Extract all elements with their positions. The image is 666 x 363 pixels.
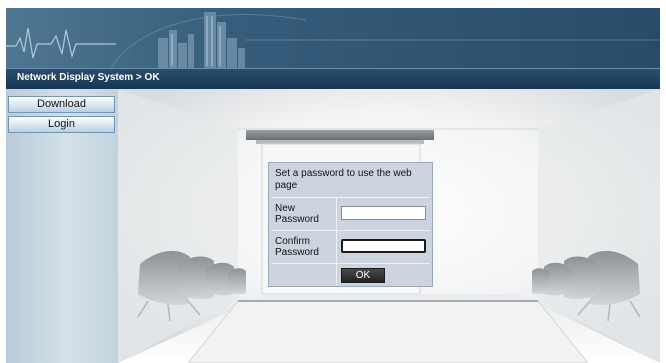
sidebar: Download Login xyxy=(6,89,118,363)
new-password-label: New Password xyxy=(275,203,319,225)
new-password-field[interactable] xyxy=(341,206,426,220)
header-banner xyxy=(6,8,660,68)
row-divider xyxy=(271,230,430,231)
row-divider xyxy=(271,263,430,264)
breadcrumb: Network Display System > OK xyxy=(17,72,160,83)
header-decoration xyxy=(6,8,660,68)
dialog-title: Set a password to use the web page xyxy=(275,168,412,191)
confirm-password-field[interactable] xyxy=(341,239,426,253)
sidebar-item-download[interactable]: Download xyxy=(8,96,115,113)
password-dialog: Set a password to use the web page New P… xyxy=(268,162,433,287)
row-divider xyxy=(271,197,430,198)
column-divider xyxy=(336,197,337,285)
page: Network Display System > OK Download Log… xyxy=(0,0,666,363)
confirm-password-label: Confirm Password xyxy=(275,236,319,258)
breadcrumb-bar: Network Display System > OK xyxy=(6,68,660,89)
ok-button[interactable]: OK xyxy=(341,268,385,283)
sidebar-item-login[interactable]: Login xyxy=(8,116,115,133)
